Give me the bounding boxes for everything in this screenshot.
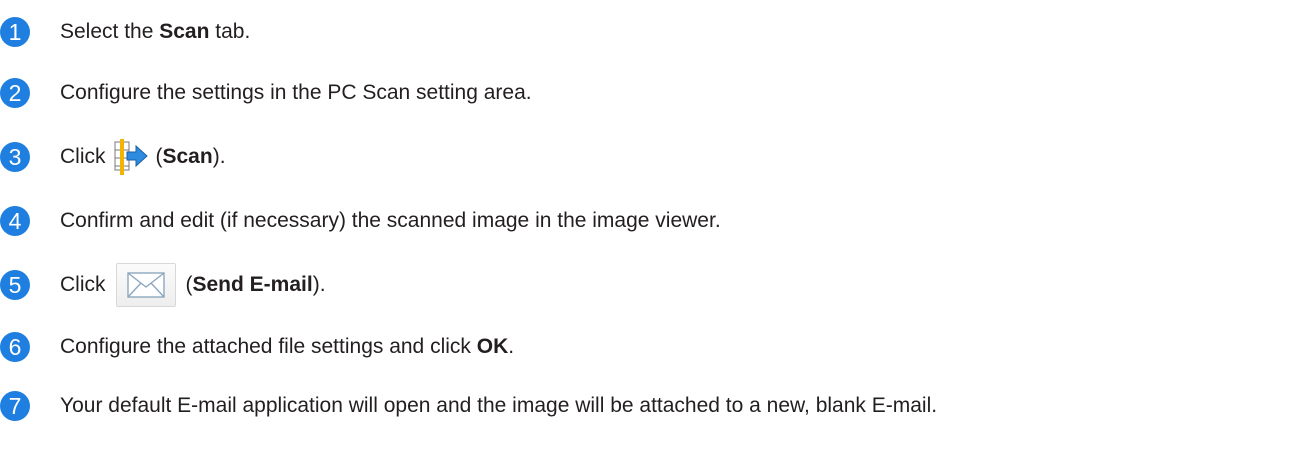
step-text: Click (Send E-mail). <box>60 263 326 307</box>
step-number-badge: 5 <box>0 270 30 300</box>
step-bold-send-email: Send E-mail <box>192 273 313 296</box>
step-text-after: . <box>508 335 515 358</box>
step-text: Click (Scan). <box>60 137 226 177</box>
step-text-after: ). <box>312 273 326 296</box>
step-7: 7 Your default E-mail application will o… <box>0 386 937 426</box>
step-6: 6 Configure the attached file settings a… <box>0 327 514 367</box>
step-number-badge: 2 <box>0 78 30 108</box>
step-text-after: ). <box>212 145 226 168</box>
step-number-badge: 6 <box>0 332 30 362</box>
step-text-before: Click <box>60 145 106 168</box>
step-text-open: ( <box>155 145 163 168</box>
step-5: 5 Click (Send E-mail). <box>0 263 326 307</box>
step-text-before: Click <box>60 273 106 296</box>
step-text-open: ( <box>185 273 193 296</box>
step-bold-scan: Scan <box>162 145 213 168</box>
step-number-badge: 3 <box>0 142 30 172</box>
step-1: 1 Select the Scan tab. <box>0 12 250 52</box>
send-email-icon <box>115 263 176 307</box>
step-text: Confirm and edit (if necessary) the scan… <box>60 209 721 232</box>
step-number-badge: 4 <box>0 206 30 236</box>
step-2: 2 Configure the settings in the PC Scan … <box>0 73 532 113</box>
step-text: Your default E-mail application will ope… <box>60 394 938 417</box>
step-text-before: Select the <box>60 20 154 43</box>
step-4: 4 Confirm and edit (if necessary) the sc… <box>0 201 721 241</box>
step-number-badge: 1 <box>0 17 30 47</box>
step-text-before: Configure the attached file settings and… <box>60 335 471 358</box>
step-text: Configure the settings in the PC Scan se… <box>60 81 532 104</box>
step-number-badge: 7 <box>0 391 30 421</box>
step-text-after: tab. <box>215 20 251 43</box>
step-bold-ok: OK <box>476 335 509 358</box>
step-3: 3 Click (Scan). <box>0 137 226 177</box>
step-text: Configure the attached file settings and… <box>60 327 514 367</box>
step-text: Select the Scan tab. <box>60 12 250 52</box>
scan-icon <box>114 139 148 175</box>
step-bold-scan: Scan <box>159 20 210 43</box>
